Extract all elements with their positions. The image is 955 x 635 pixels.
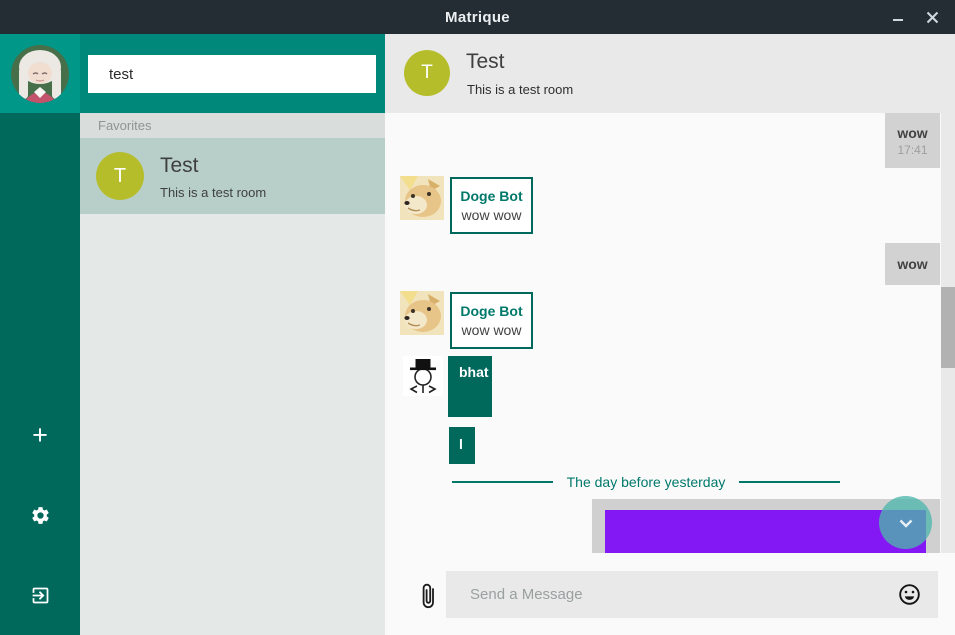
- room-list-panel: Favorites T Test This is a test room: [80, 34, 385, 635]
- room-topic: This is a test room: [160, 185, 266, 200]
- message-text: wow wow: [462, 321, 522, 339]
- message-input[interactable]: [446, 571, 938, 618]
- hat-man-avatar: [403, 356, 443, 396]
- message-sender: Doge Bot: [460, 187, 522, 206]
- message-timestamp: 17:41: [897, 143, 927, 157]
- favorites-label: Favorites: [98, 118, 151, 133]
- add-room-button[interactable]: +: [0, 411, 80, 459]
- search-header: [80, 34, 385, 113]
- search-input[interactable]: [88, 55, 376, 93]
- chat-room-avatar-initial: T: [421, 62, 433, 84]
- titlebar: Matrique: [0, 0, 955, 34]
- chat-room-avatar: T: [404, 50, 450, 96]
- doge-bot-avatar: [400, 291, 444, 335]
- chat-panel: T Test This is a test room wow 17:41: [385, 34, 955, 635]
- paperclip-icon: [420, 582, 437, 611]
- message-sender: Doge Bot: [460, 302, 522, 321]
- message-bubble-received: Doge Bot wow wow: [450, 292, 533, 349]
- message-bubble-received-filled: bhat: [448, 356, 492, 417]
- left-rail: +: [0, 34, 80, 635]
- chat-room-title: Test: [466, 50, 505, 74]
- message-text: wow: [897, 125, 927, 141]
- message-bubble-sent: wow 17:41: [885, 113, 940, 168]
- message-text: bhat: [459, 364, 489, 380]
- room-avatar-initial: T: [114, 165, 126, 188]
- favorites-section-header: Favorites: [80, 113, 385, 138]
- doge-avatar-image: [400, 291, 444, 335]
- plus-icon: +: [32, 422, 48, 449]
- minimize-icon: [892, 11, 904, 23]
- divider-line: [452, 481, 553, 483]
- chat-room-topic: This is a test room: [467, 82, 573, 97]
- message-bubble-sent: wow: [885, 243, 940, 285]
- logout-icon: [30, 585, 51, 606]
- close-button[interactable]: [919, 4, 945, 30]
- attach-file-button[interactable]: [413, 579, 443, 613]
- message-text: wow wow: [462, 206, 522, 224]
- room-avatar: T: [96, 152, 144, 200]
- minimize-button[interactable]: [885, 4, 911, 30]
- chevron-down-icon: [892, 509, 920, 537]
- scroll-to-bottom-button[interactable]: [879, 496, 932, 549]
- image-attachment[interactable]: [605, 510, 926, 553]
- gear-icon: [30, 505, 51, 526]
- logout-button[interactable]: [0, 571, 80, 619]
- doge-bot-avatar: [400, 176, 444, 220]
- window-controls: [885, 0, 945, 34]
- app-window: Matrique: [0, 0, 955, 635]
- scrollbar-thumb[interactable]: [941, 287, 955, 368]
- room-list-item-test[interactable]: T Test This is a test room: [80, 138, 385, 214]
- message-text: l: [459, 436, 463, 452]
- emoji-picker-button[interactable]: [897, 582, 922, 607]
- room-name: Test: [160, 154, 199, 178]
- hat-man-avatar-image: [403, 356, 443, 396]
- divider-label: The day before yesterday: [567, 474, 726, 490]
- message-bubble-received-filled: l: [449, 427, 475, 464]
- day-divider: The day before yesterday: [452, 474, 840, 490]
- user-avatar-image: [11, 45, 69, 103]
- user-avatar-button[interactable]: [0, 34, 80, 113]
- settings-button[interactable]: [0, 491, 80, 539]
- window-title: Matrique: [445, 9, 510, 26]
- close-icon: [926, 11, 939, 24]
- chat-header: T Test This is a test room: [385, 34, 955, 113]
- composer-field: [446, 571, 938, 618]
- message-list[interactable]: wow 17:41 Doge Bot wow: [385, 113, 955, 553]
- message-text: wow: [897, 256, 927, 272]
- composer: [385, 553, 955, 635]
- smiley-icon: [898, 583, 921, 606]
- message-bubble-received: Doge Bot wow wow: [450, 177, 533, 234]
- divider-line: [739, 481, 840, 483]
- user-avatar: [11, 45, 69, 103]
- doge-avatar-image: [400, 176, 444, 220]
